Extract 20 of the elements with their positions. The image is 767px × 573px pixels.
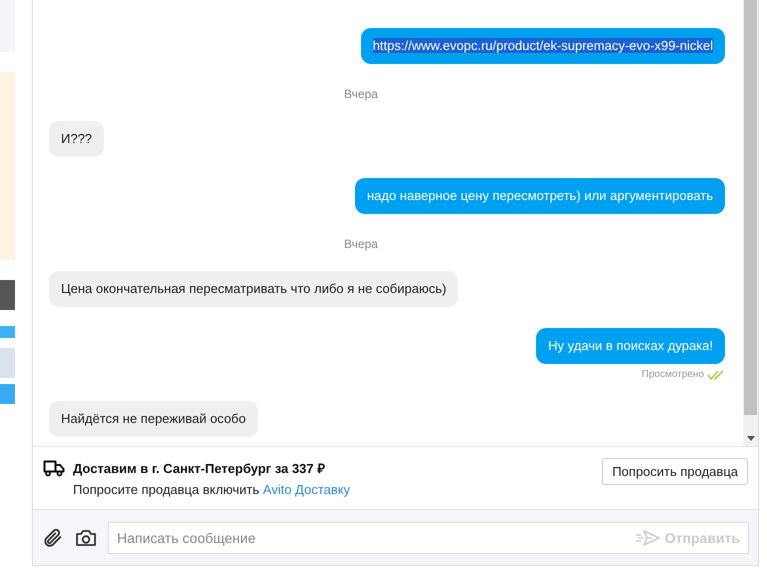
incoming-message: Цена окончательная пересматривать что либо я не собираюсь) [49,271,458,307]
double-check-icon [707,370,725,380]
date-separator: Вчера [343,237,379,251]
camera-icon[interactable] [75,528,97,548]
date-separator: Вчера [343,87,379,101]
delivery-title: Доставим в г. Санкт-Петербург за 337 ₽ [73,460,326,477]
truck-icon [43,459,65,477]
incoming-message: И??? [49,121,104,157]
scroll-down-icon[interactable] [747,436,755,441]
outgoing-message: Ну удачи в поисках дурака! [536,328,725,364]
ask-seller-button[interactable]: Попросить продавца [602,458,748,485]
outgoing-message: надо наверное цену пересмотреть) или аргументировать [354,178,725,214]
read-status: Просмотрено [642,369,704,380]
delivery-link[interactable]: Avito Доставку [262,482,350,497]
attach-icon[interactable] [42,526,64,548]
scrollbar[interactable] [743,0,758,446]
incoming-message: Найдётся не переживай особо [49,401,258,437]
delivery-hint: Попросите продавца включить [73,482,260,497]
outgoing-message: https://www.evopc.ru/product/ek-supremacy-evo-x99-nickel [360,28,725,64]
send-icon [634,528,661,546]
